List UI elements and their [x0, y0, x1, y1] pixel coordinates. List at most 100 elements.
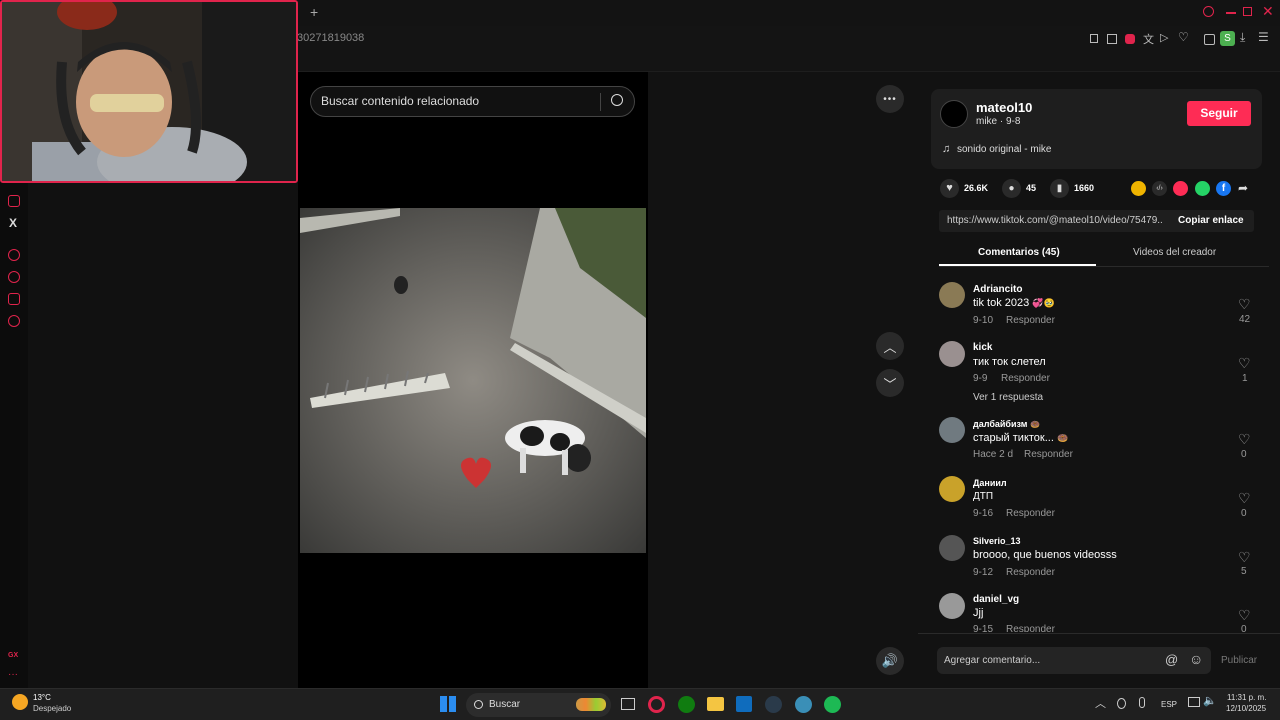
reply-button[interactable]: Responder	[1006, 624, 1055, 632]
avatar[interactable]	[939, 282, 965, 308]
comment-box[interactable]: Agregar comentario... @ ☺	[937, 647, 1211, 674]
reply-button[interactable]: Responder	[1006, 315, 1055, 326]
like-count-icon[interactable]: ♥	[940, 179, 959, 198]
clock-time[interactable]: 11:31 p. m.	[1227, 693, 1266, 702]
tab-comments[interactable]: Comentarios (45)	[978, 247, 1060, 258]
spotify-icon[interactable]	[824, 696, 841, 713]
extensions-sidebar-icon[interactable]	[8, 293, 20, 305]
microphone-icon[interactable]	[1139, 697, 1145, 708]
avatar[interactable]	[939, 417, 965, 443]
store-icon[interactable]	[736, 696, 752, 712]
avatar[interactable]	[939, 593, 965, 619]
volume-button[interactable]: 🔊	[876, 647, 904, 675]
x-icon[interactable]: X	[9, 216, 17, 230]
extensions-icon[interactable]	[1204, 34, 1215, 45]
tray-chevron-icon[interactable]: ︿	[1095, 695, 1106, 711]
avatar[interactable]	[939, 535, 965, 561]
follow-button[interactable]: Seguir	[1187, 101, 1251, 126]
coin-share-icon[interactable]	[1131, 181, 1146, 196]
language-indicator[interactable]: ESP	[1161, 700, 1177, 709]
save-count-icon[interactable]: ▮	[1050, 179, 1069, 198]
steam-icon[interactable]	[765, 696, 782, 713]
comment-like-icon[interactable]: ♡	[1238, 356, 1252, 370]
video-url[interactable]: https://www.tiktok.com/@mateol10/video/7…	[947, 215, 1163, 226]
comment-like-icon[interactable]: ♡	[1238, 491, 1252, 505]
search-input[interactable]: Buscar contenido relacionado	[321, 94, 479, 108]
embed-icon[interactable]: ‹/›	[1152, 181, 1167, 196]
opera-gx-icon[interactable]	[648, 696, 665, 713]
next-video-button[interactable]: ﹀	[876, 369, 904, 397]
emoji-icon[interactable]: ☺	[1189, 651, 1203, 667]
comment-count-icon[interactable]: ●	[1002, 179, 1021, 198]
creator-username[interactable]: mateol10	[976, 100, 1032, 115]
comment-like-icon[interactable]: ♡	[1238, 297, 1252, 311]
avatar[interactable]	[939, 476, 965, 502]
clock-date[interactable]: 12/10/2025	[1226, 704, 1266, 713]
snapshot-icon[interactable]	[1107, 34, 1117, 44]
player-icon[interactable]	[8, 249, 20, 261]
file-explorer-icon[interactable]	[707, 697, 724, 711]
comment-like-icon[interactable]: ♡	[1238, 432, 1252, 446]
more-options-button[interactable]: •••	[876, 85, 904, 113]
facebook-icon[interactable]: f	[1216, 181, 1231, 196]
menu-icon[interactable]: ☰	[1258, 30, 1269, 44]
settings-icon[interactable]	[8, 315, 20, 327]
search-icon[interactable]	[1203, 6, 1214, 17]
reply-button[interactable]: Responder	[1006, 508, 1055, 519]
view-replies-button[interactable]: Ver 1 respuesta	[973, 392, 1043, 403]
heart-toolbar-icon[interactable]: ♡	[1178, 30, 1189, 44]
comment-user[interactable]: далбайбизм 🍩	[973, 419, 1040, 429]
volume-tray-icon[interactable]: 🔈	[1203, 694, 1217, 707]
reply-button[interactable]: Responder	[1001, 373, 1050, 384]
tray-app-icon[interactable]	[1117, 698, 1126, 709]
comment-like-icon[interactable]: ♡	[1238, 608, 1252, 622]
sidebar-more-icon[interactable]: ···	[8, 669, 18, 680]
browser-app-icon[interactable]	[795, 696, 812, 713]
tab-creator-videos[interactable]: Videos del creador	[1133, 247, 1216, 258]
related-search[interactable]: Buscar contenido relacionado	[310, 86, 635, 117]
instagram-icon[interactable]	[8, 195, 20, 207]
mention-icon[interactable]: @	[1165, 652, 1178, 667]
weather-icon[interactable]	[12, 694, 28, 710]
minimize-icon[interactable]	[1226, 12, 1236, 14]
comment-user[interactable]: Silverio_13	[973, 536, 1021, 546]
url-text[interactable]: 30271819038	[297, 32, 364, 44]
previous-video-button[interactable]: ︿	[876, 332, 904, 360]
whatsapp-icon[interactable]	[1195, 181, 1210, 196]
bookmark-icon[interactable]	[1090, 34, 1098, 43]
copy-link-button[interactable]: Copiar enlace	[1178, 215, 1244, 226]
comment-input[interactable]: Agregar comentario...	[944, 655, 1040, 666]
reply-button[interactable]: Responder	[1024, 449, 1073, 460]
gx-logo[interactable]: GX	[8, 652, 18, 659]
weather-temp[interactable]: 13°C	[33, 693, 51, 702]
taskbar-search[interactable]: Buscar	[466, 693, 611, 717]
avatar[interactable]	[939, 341, 965, 367]
network-icon[interactable]	[1188, 697, 1200, 707]
comment-user[interactable]: daniel_vg	[973, 594, 1019, 605]
translate-icon[interactable]: 文	[1143, 31, 1154, 47]
comment-user[interactable]: Adriancito	[973, 284, 1022, 295]
task-view-icon[interactable]	[621, 698, 635, 710]
comment-user[interactable]: kick	[973, 342, 992, 353]
video-frame[interactable]	[300, 208, 646, 553]
pocket-icon[interactable]	[1125, 34, 1135, 44]
post-button[interactable]: Publicar	[1221, 655, 1257, 666]
sound-link[interactable]: sonido original - mike	[957, 144, 1052, 155]
xbox-icon[interactable]	[678, 696, 695, 713]
creator-avatar[interactable]	[940, 100, 968, 128]
maximize-icon[interactable]	[1243, 7, 1252, 16]
close-icon[interactable]: ✕	[1262, 3, 1274, 20]
comment-text: tik tok 2023 💞🥹	[973, 297, 1055, 309]
reply-button[interactable]: Responder	[1006, 567, 1055, 578]
comment-like-icon[interactable]: ♡	[1238, 550, 1252, 564]
play-icon[interactable]: ▷	[1160, 31, 1168, 44]
start-icon[interactable]	[440, 696, 456, 712]
share-arrow-icon[interactable]: ➦	[1238, 181, 1248, 195]
new-tab-button[interactable]: +	[310, 4, 318, 20]
comment-user[interactable]: Даниил	[973, 478, 1007, 488]
send-icon[interactable]	[1173, 181, 1188, 196]
profile-icon[interactable]: S	[1220, 31, 1235, 46]
search-icon[interactable]	[611, 94, 623, 106]
download-icon[interactable]: ⤓	[1240, 30, 1245, 45]
history-icon[interactable]	[8, 271, 20, 283]
